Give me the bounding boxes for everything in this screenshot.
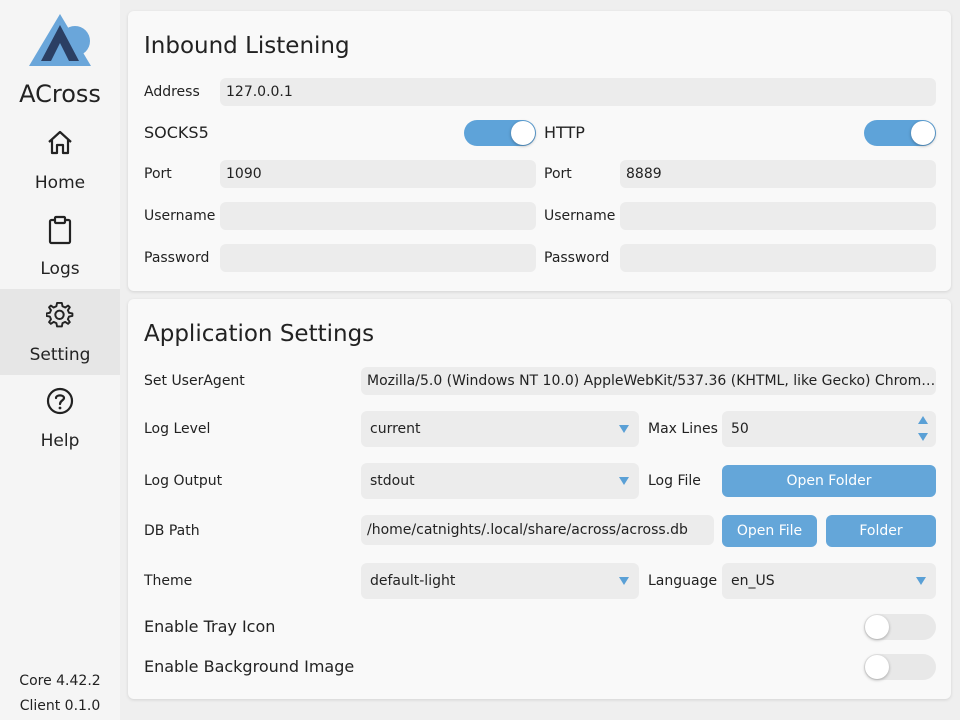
tray-icon-label: Enable Tray Icon	[144, 617, 276, 636]
language-select[interactable]: en_US	[722, 563, 936, 599]
theme-select[interactable]: default-light	[361, 563, 639, 599]
client-version: Client 0.1.0	[19, 698, 101, 714]
log-level-value: current	[370, 421, 421, 437]
nav-label-logs: Logs	[40, 259, 80, 279]
application-settings-panel: Application Settings Set UserAgent Mozil…	[128, 299, 951, 699]
language-label: Language	[648, 573, 718, 589]
app-settings-title: Application Settings	[144, 321, 375, 347]
toggle-knob	[911, 121, 935, 145]
open-file-button[interactable]: Open File	[722, 515, 817, 547]
chevron-down-icon	[916, 577, 926, 585]
folder-button[interactable]: Folder	[826, 515, 936, 547]
socks5-password-input[interactable]	[220, 244, 536, 272]
socks5-port-label: Port	[144, 166, 172, 182]
open-folder-button[interactable]: Open Folder	[722, 465, 936, 497]
http-username-input[interactable]	[620, 202, 936, 230]
max-lines-spinbox[interactable]: 50	[722, 411, 936, 447]
http-port-label: Port	[544, 166, 572, 182]
db-path-label: DB Path	[144, 523, 200, 539]
toggle-knob	[865, 655, 889, 679]
gear-icon	[46, 301, 74, 328]
app-name: ACross	[19, 80, 101, 108]
clipboard-icon	[48, 215, 72, 245]
socks5-port-input[interactable]: 1090	[220, 160, 536, 188]
socks5-toggle[interactable]	[464, 120, 536, 146]
across-logo-icon	[29, 14, 91, 66]
nav-item-help[interactable]: Help	[0, 375, 120, 461]
help-circle-icon	[46, 387, 74, 415]
db-path-input[interactable]: /home/catnights/.local/share/across/acro…	[361, 515, 714, 545]
max-lines-label: Max Lines	[648, 421, 718, 437]
chevron-down-icon	[619, 477, 629, 485]
inbound-title: Inbound Listening	[144, 33, 350, 59]
address-input[interactable]: 127.0.0.1	[220, 78, 936, 106]
log-output-value: stdout	[370, 473, 415, 489]
http-port-input[interactable]: 8889	[620, 160, 936, 188]
spin-up-icon[interactable]	[918, 416, 928, 424]
bg-image-label: Enable Background Image	[144, 657, 355, 676]
chevron-down-icon	[619, 425, 629, 433]
inbound-listening-panel: Inbound Listening Address 127.0.0.1 SOCK…	[128, 11, 951, 291]
http-password-label: Password	[544, 250, 610, 266]
nav-label-setting: Setting	[29, 345, 91, 365]
spin-down-icon[interactable]	[918, 433, 928, 441]
useragent-label: Set UserAgent	[144, 373, 245, 389]
nav-label-home: Home	[34, 173, 86, 193]
tray-icon-toggle[interactable]	[864, 614, 936, 640]
socks5-username-input[interactable]	[220, 202, 536, 230]
http-password-input[interactable]	[620, 244, 936, 272]
http-toggle[interactable]	[864, 120, 936, 146]
socks5-username-label: Username	[144, 208, 216, 224]
socks5-password-label: Password	[144, 250, 210, 266]
home-icon	[48, 130, 72, 155]
chevron-down-icon	[619, 577, 629, 585]
address-label: Address	[144, 84, 200, 100]
theme-value: default-light	[370, 573, 456, 589]
core-version: Core 4.42.2	[19, 673, 101, 689]
log-output-select[interactable]: stdout	[361, 463, 639, 499]
http-label: HTTP	[544, 123, 585, 142]
language-value: en_US	[731, 573, 775, 589]
toggle-knob	[865, 615, 889, 639]
log-output-label: Log Output	[144, 473, 223, 489]
theme-label: Theme	[144, 573, 193, 589]
log-file-label: Log File	[648, 473, 701, 489]
bg-image-toggle[interactable]	[864, 654, 936, 680]
socks5-label: SOCKS5	[144, 123, 209, 142]
sidebar: ACross Home Logs Setting Help Core 4.42.…	[0, 0, 120, 720]
nav-item-home[interactable]: Home	[0, 117, 120, 203]
max-lines-value: 50	[731, 421, 749, 437]
http-username-label: Username	[544, 208, 616, 224]
log-level-select[interactable]: current	[361, 411, 639, 447]
toggle-knob	[511, 121, 535, 145]
nav-item-setting[interactable]: Setting	[0, 289, 120, 375]
nav-item-logs[interactable]: Logs	[0, 203, 120, 289]
log-level-label: Log Level	[144, 421, 211, 437]
nav-label-help: Help	[40, 431, 80, 451]
useragent-input[interactable]: Mozilla/5.0 (Windows NT 10.0) AppleWebKi…	[361, 367, 936, 395]
